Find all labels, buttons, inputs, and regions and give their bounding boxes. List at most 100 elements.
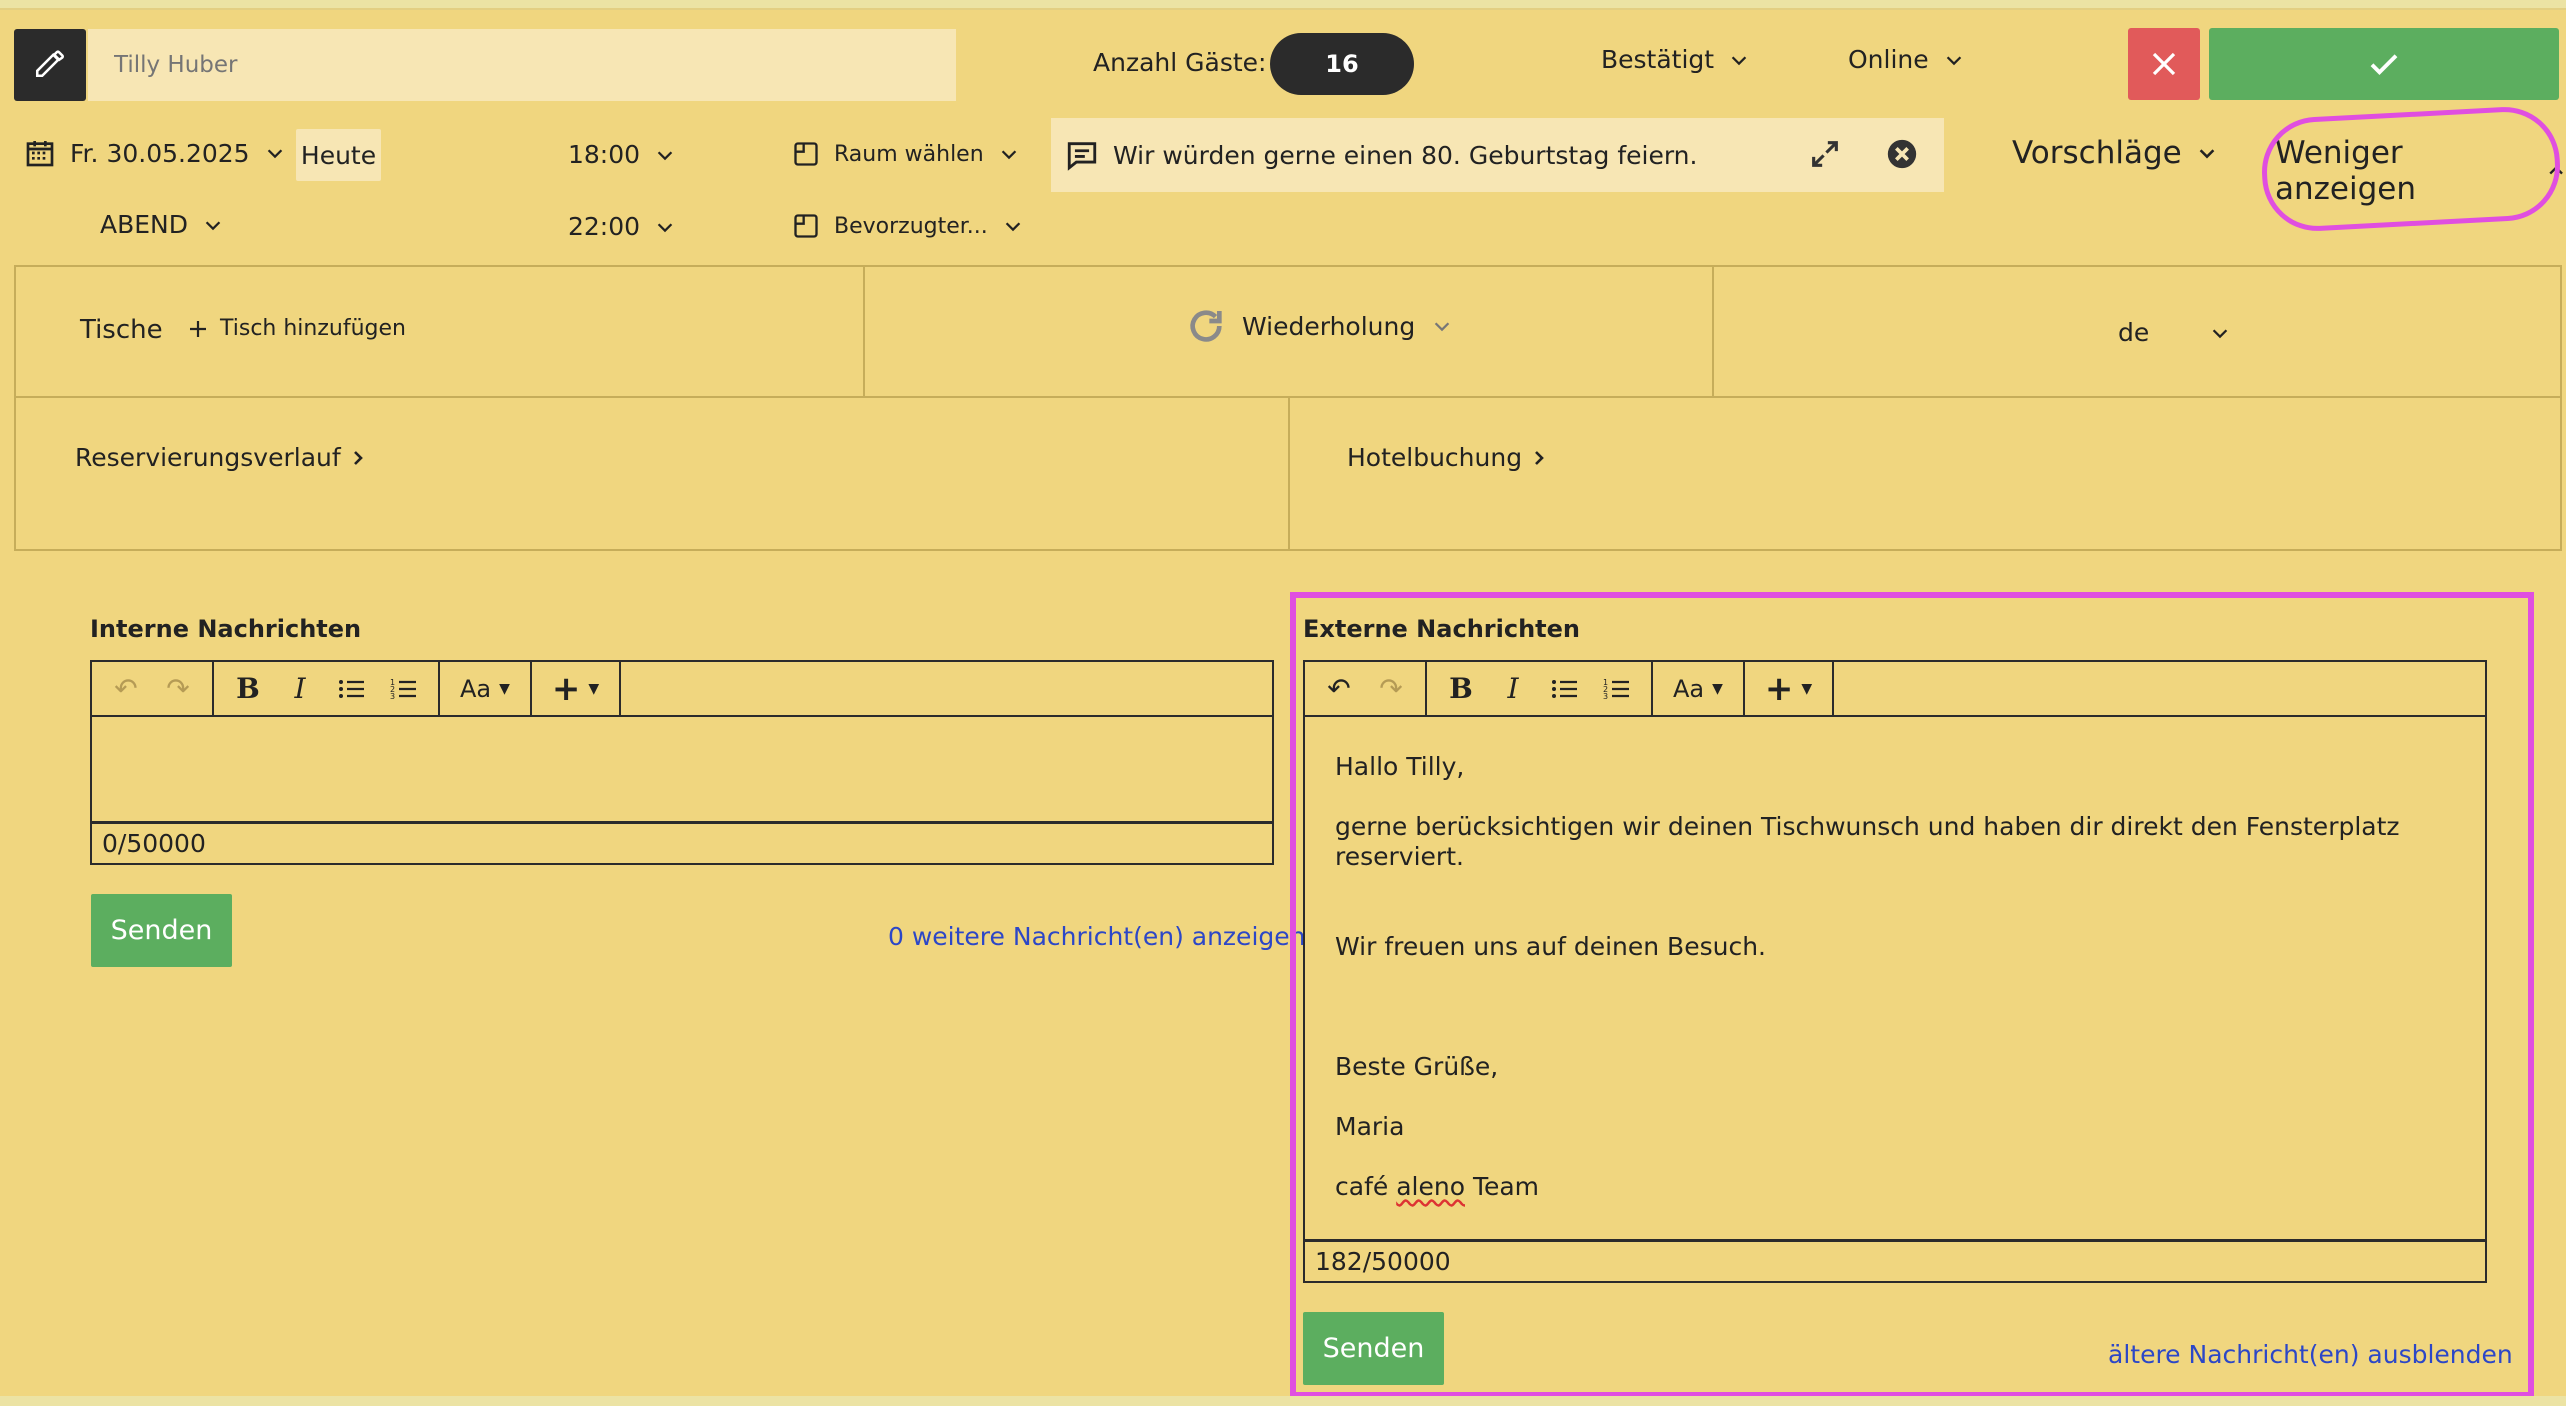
- start-time-dropdown[interactable]: 18:00: [568, 140, 676, 169]
- add-table-label: Tisch hinzufügen: [220, 316, 406, 341]
- close-icon: [2152, 52, 2176, 76]
- status-dropdown[interactable]: Bestätigt: [1601, 45, 1750, 74]
- end-time-dropdown[interactable]: 22:00: [568, 212, 676, 241]
- font-size-dropdown[interactable]: Aa ▼: [450, 675, 520, 703]
- internal-messages-title: Interne Nachrichten: [90, 615, 362, 643]
- reservation-history-link[interactable]: Reservierungsverlauf: [75, 443, 367, 472]
- internal-editor[interactable]: ↶ ↷ B I 123 Aa ▼ + ▼ 0/50000: [90, 660, 1274, 865]
- external-send-button[interactable]: Senden: [1303, 1312, 1444, 1385]
- chevron-right-icon: [1535, 450, 1544, 465]
- guest-message-text: Wir würden gerne einen 80. Geburtstag fe…: [1113, 140, 1698, 170]
- undo-icon[interactable]: ↶: [1315, 664, 1363, 714]
- plus-icon: [190, 320, 206, 337]
- room-value: Raum wählen: [834, 141, 984, 167]
- numbered-list-icon[interactable]: 123: [1593, 664, 1641, 714]
- chevron-down-icon: [205, 220, 221, 230]
- italic-icon[interactable]: I: [276, 664, 324, 714]
- room-icon: [794, 214, 818, 238]
- external-messages-title: Externe Nachrichten: [1303, 615, 1580, 643]
- tables-label: Tische: [80, 315, 163, 345]
- language-value: de: [2118, 318, 2150, 347]
- history-label: Reservierungsverlauf: [75, 443, 341, 472]
- caret-down-icon: ▼: [1801, 680, 1813, 697]
- insert-dropdown[interactable]: + ▼: [542, 669, 609, 709]
- numbered-list-icon[interactable]: 123: [380, 664, 428, 714]
- chevron-right-icon: [353, 450, 363, 465]
- font-size-label: Aa: [1673, 674, 1705, 703]
- cancel-button[interactable]: [2128, 28, 2200, 100]
- hotel-booking-link[interactable]: Hotelbuchung: [1347, 443, 1548, 472]
- calendar-icon: [26, 141, 54, 167]
- plus-icon: +: [1764, 668, 1794, 709]
- start-time-value: 18:00: [568, 140, 641, 169]
- internal-char-counter: 0/50000: [92, 821, 1272, 863]
- chevron-down-icon: [267, 149, 282, 159]
- signature-part: Team: [1465, 1172, 1540, 1201]
- show-more-messages-link[interactable]: 0 weitere Nachricht(en) anzeigen: [888, 922, 1305, 951]
- font-size-label: Aa: [460, 674, 492, 703]
- external-toolbar: ↶ ↷ B I 123 Aa ▼ + ▼: [1305, 662, 2485, 717]
- bold-icon[interactable]: B: [1437, 664, 1485, 714]
- hotel-panel: [1288, 396, 2562, 551]
- svg-text:3: 3: [1603, 692, 1608, 701]
- chevron-down-icon: [1946, 55, 1961, 65]
- add-table-button[interactable]: Tisch hinzufügen: [186, 316, 406, 341]
- message-line: Hallo Tilly,: [1335, 752, 1465, 781]
- bullet-list-icon[interactable]: [328, 664, 376, 714]
- guests-label: Anzahl Gäste:: [1093, 48, 1267, 77]
- top-border: [0, 0, 2566, 10]
- confirm-button[interactable]: [2209, 28, 2559, 100]
- shift-dropdown[interactable]: ABEND: [100, 210, 224, 239]
- channel-value: Online: [1848, 45, 1929, 74]
- edit-button[interactable]: [14, 29, 86, 101]
- svg-text:3: 3: [390, 692, 395, 701]
- redo-icon[interactable]: ↷: [1367, 664, 1415, 714]
- expand-icon[interactable]: [1808, 137, 1842, 175]
- today-button[interactable]: Heute: [296, 129, 381, 181]
- status-value: Bestätigt: [1601, 45, 1715, 74]
- signature-brand: aleno: [1396, 1172, 1465, 1201]
- channel-dropdown[interactable]: Online: [1848, 45, 1965, 74]
- internal-send-button[interactable]: Senden: [91, 894, 232, 967]
- italic-icon[interactable]: I: [1489, 664, 1537, 714]
- bold-icon[interactable]: B: [224, 664, 272, 714]
- bullet-list-icon[interactable]: [1541, 664, 1589, 714]
- chevron-down-icon: [657, 150, 673, 160]
- room-dropdown[interactable]: Raum wählen: [792, 140, 1020, 168]
- external-message-body[interactable]: Hallo Tilly, gerne berücksichtigen wir d…: [1335, 752, 2485, 1232]
- external-char-counter: 182/50000: [1305, 1239, 2485, 1281]
- message-line: Beste Grüße,: [1335, 1052, 1499, 1081]
- chevron-down-icon: [1005, 222, 1021, 232]
- date-value: Fr. 30.05.2025: [70, 138, 250, 168]
- suggestions-dropdown[interactable]: Vorschläge: [2012, 135, 2218, 171]
- redo-icon[interactable]: ↷: [154, 664, 202, 714]
- caret-down-icon: ▼: [1712, 680, 1723, 697]
- hotel-label: Hotelbuchung: [1347, 443, 1523, 472]
- internal-toolbar: ↶ ↷ B I 123 Aa ▼ + ▼: [92, 662, 1272, 717]
- hide-older-messages-link[interactable]: ältere Nachricht(en) ausblenden: [2108, 1340, 2513, 1369]
- plus-icon: +: [551, 668, 581, 709]
- message-line: gerne berücksichtigen wir deinen Tischwu…: [1335, 812, 2400, 871]
- caret-down-icon: ▼: [499, 680, 510, 697]
- preferred-room-value: Bevorzugter...: [834, 213, 988, 239]
- repeat-dropdown[interactable]: Wiederholung: [1186, 306, 1453, 346]
- guest-name-input[interactable]: [88, 29, 956, 101]
- external-editor[interactable]: ↶ ↷ B I 123 Aa ▼ + ▼ Hallo Tilly, gerne …: [1303, 660, 2487, 1283]
- insert-dropdown[interactable]: + ▼: [1755, 669, 1822, 709]
- undo-icon[interactable]: ↶: [102, 664, 150, 714]
- end-time-value: 22:00: [568, 212, 641, 241]
- check-icon: [2370, 54, 2398, 76]
- pencil-icon: [33, 46, 67, 84]
- language-dropdown[interactable]: de: [2118, 318, 2231, 347]
- highlight-circle: [2259, 104, 2563, 234]
- chevron-down-icon: [2213, 328, 2228, 338]
- caret-down-icon: ▼: [588, 680, 600, 697]
- message-line: Maria: [1335, 1112, 1405, 1141]
- guests-count[interactable]: 16: [1270, 33, 1414, 95]
- message-line: café aleno Team: [1335, 1172, 2485, 1232]
- clear-message-icon[interactable]: [1885, 137, 1919, 175]
- message-line: Wir freuen uns auf deinen Besuch.: [1335, 932, 1766, 961]
- date-dropdown[interactable]: Fr. 30.05.2025: [24, 137, 286, 169]
- font-size-dropdown[interactable]: Aa ▼: [1663, 675, 1733, 703]
- preferred-room-dropdown[interactable]: Bevorzugter...: [792, 212, 1024, 240]
